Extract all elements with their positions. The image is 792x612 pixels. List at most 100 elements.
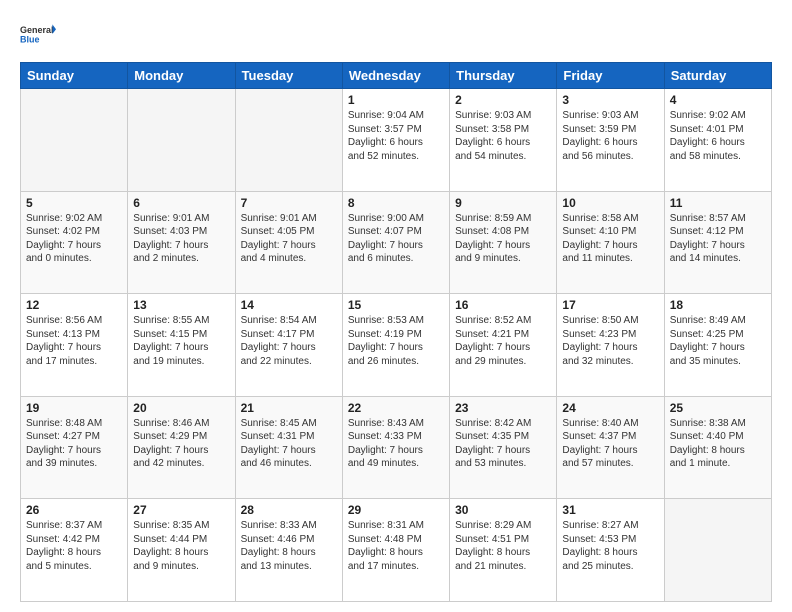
day-info: Sunrise: 8:31 AM Sunset: 4:48 PM Dayligh… <box>348 519 444 573</box>
day-info: Sunrise: 8:52 AM Sunset: 4:21 PM Dayligh… <box>455 314 551 368</box>
weekday-header-friday: Friday <box>557 63 664 89</box>
day-info: Sunrise: 8:58 AM Sunset: 4:10 PM Dayligh… <box>562 212 658 266</box>
day-info: Sunrise: 8:56 AM Sunset: 4:13 PM Dayligh… <box>26 314 122 368</box>
day-number: 29 <box>348 503 444 517</box>
day-number: 19 <box>26 401 122 415</box>
day-number: 15 <box>348 298 444 312</box>
day-info: Sunrise: 9:03 AM Sunset: 3:58 PM Dayligh… <box>455 109 551 163</box>
calendar-cell: 27Sunrise: 8:35 AM Sunset: 4:44 PM Dayli… <box>128 499 235 602</box>
svg-text:General: General <box>20 25 54 35</box>
day-info: Sunrise: 9:00 AM Sunset: 4:07 PM Dayligh… <box>348 212 444 266</box>
calendar-cell: 13 Sunrise: 8:55 AM Sunset: 4:15 PM Dayli… <box>128 294 235 397</box>
day-number: 24 <box>562 401 658 415</box>
day-number: 4 <box>670 93 766 107</box>
day-info: Sunrise: 8:59 AM Sunset: 4:08 PM Dayligh… <box>455 212 551 266</box>
day-number: 12 <box>26 298 122 312</box>
calendar-cell: 31Sunrise: 8:27 AM Sunset: 4:53 PM Dayli… <box>557 499 664 602</box>
day-info: Sunrise: 8:46 AM Sunset: 4:29 PM Dayligh… <box>133 417 229 471</box>
calendar-cell: 28Sunrise: 8:33 AM Sunset: 4:46 PM Dayli… <box>235 499 342 602</box>
weekday-header-saturday: Saturday <box>664 63 771 89</box>
day-info: Sunrise: 9:01 AM Sunset: 4:03 PM Dayligh… <box>133 212 229 266</box>
calendar-cell: 29 Sunrise: 8:31 AM Sunset: 4:48 PM Dayli… <box>342 499 449 602</box>
day-info: Sunrise: 8:54 AM Sunset: 4:17 PM Dayligh… <box>241 314 337 368</box>
day-info: Sunrise: 8:42 AM Sunset: 4:35 PM Dayligh… <box>455 417 551 471</box>
calendar-cell: 24Sunrise: 8:40 AM Sunset: 4:37 PM Dayli… <box>557 396 664 499</box>
day-info: Sunrise: 8:37 AM Sunset: 4:42 PM Dayligh… <box>26 519 122 573</box>
day-info: Sunrise: 9:01 AM Sunset: 4:05 PM Dayligh… <box>241 212 337 266</box>
calendar-cell: 23 Sunrise: 8:42 AM Sunset: 4:35 PM Dayli… <box>450 396 557 499</box>
day-number: 14 <box>241 298 337 312</box>
logo: GeneralBlue <box>20 16 56 52</box>
day-info: Sunrise: 8:27 AM Sunset: 4:53 PM Dayligh… <box>562 519 658 573</box>
day-info: Sunrise: 8:29 AM Sunset: 4:51 PM Dayligh… <box>455 519 551 573</box>
week-row-3: 19Sunrise: 8:48 AM Sunset: 4:27 PM Dayli… <box>21 396 772 499</box>
weekday-header-tuesday: Tuesday <box>235 63 342 89</box>
day-info: Sunrise: 9:04 AM Sunset: 3:57 PM Dayligh… <box>348 109 444 163</box>
day-number: 23 <box>455 401 551 415</box>
day-number: 22 <box>348 401 444 415</box>
calendar-cell <box>21 89 128 192</box>
calendar-cell: 5 Sunrise: 9:02 AM Sunset: 4:02 PM Daylig… <box>21 191 128 294</box>
day-number: 16 <box>455 298 551 312</box>
calendar-cell: 25 Sunrise: 8:38 AM Sunset: 4:40 PM Dayli… <box>664 396 771 499</box>
calendar-cell: 17 Sunrise: 8:50 AM Sunset: 4:23 PM Dayli… <box>557 294 664 397</box>
day-info: Sunrise: 8:45 AM Sunset: 4:31 PM Dayligh… <box>241 417 337 471</box>
day-number: 21 <box>241 401 337 415</box>
page: GeneralBlue SundayMondayTuesdayWednesday… <box>0 0 792 612</box>
weekday-header-thursday: Thursday <box>450 63 557 89</box>
calendar-cell: 4 Sunrise: 9:02 AM Sunset: 4:01 PM Daylig… <box>664 89 771 192</box>
day-info: Sunrise: 8:50 AM Sunset: 4:23 PM Dayligh… <box>562 314 658 368</box>
day-info: Sunrise: 9:03 AM Sunset: 3:59 PM Dayligh… <box>562 109 658 163</box>
day-number: 8 <box>348 196 444 210</box>
calendar-cell: 19Sunrise: 8:48 AM Sunset: 4:27 PM Dayli… <box>21 396 128 499</box>
day-number: 1 <box>348 93 444 107</box>
week-row-1: 5 Sunrise: 9:02 AM Sunset: 4:02 PM Daylig… <box>21 191 772 294</box>
day-number: 20 <box>133 401 229 415</box>
calendar-cell: 26Sunrise: 8:37 AM Sunset: 4:42 PM Dayli… <box>21 499 128 602</box>
calendar-cell: 11 Sunrise: 8:57 AM Sunset: 4:12 PM Dayli… <box>664 191 771 294</box>
day-number: 7 <box>241 196 337 210</box>
weekday-header-wednesday: Wednesday <box>342 63 449 89</box>
day-info: Sunrise: 8:43 AM Sunset: 4:33 PM Dayligh… <box>348 417 444 471</box>
weekday-header-row: SundayMondayTuesdayWednesdayThursdayFrid… <box>21 63 772 89</box>
week-row-4: 26Sunrise: 8:37 AM Sunset: 4:42 PM Dayli… <box>21 499 772 602</box>
day-number: 3 <box>562 93 658 107</box>
day-number: 25 <box>670 401 766 415</box>
day-info: Sunrise: 9:02 AM Sunset: 4:02 PM Dayligh… <box>26 212 122 266</box>
calendar-cell: 15Sunrise: 8:53 AM Sunset: 4:19 PM Dayli… <box>342 294 449 397</box>
day-info: Sunrise: 8:55 AM Sunset: 4:15 PM Dayligh… <box>133 314 229 368</box>
week-row-2: 12 Sunrise: 8:56 AM Sunset: 4:13 PM Dayli… <box>21 294 772 397</box>
day-number: 9 <box>455 196 551 210</box>
calendar-cell: 3 Sunrise: 9:03 AM Sunset: 3:59 PM Daylig… <box>557 89 664 192</box>
day-info: Sunrise: 8:38 AM Sunset: 4:40 PM Dayligh… <box>670 417 766 471</box>
calendar-cell: 16 Sunrise: 8:52 AM Sunset: 4:21 PM Dayli… <box>450 294 557 397</box>
week-row-0: 1 Sunrise: 9:04 AM Sunset: 3:57 PM Daylig… <box>21 89 772 192</box>
day-number: 11 <box>670 196 766 210</box>
calendar-cell: 6Sunrise: 9:01 AM Sunset: 4:03 PM Daylig… <box>128 191 235 294</box>
day-number: 18 <box>670 298 766 312</box>
calendar-table: SundayMondayTuesdayWednesdayThursdayFrid… <box>20 62 772 602</box>
day-number: 17 <box>562 298 658 312</box>
calendar-cell <box>128 89 235 192</box>
day-number: 13 <box>133 298 229 312</box>
day-info: Sunrise: 8:57 AM Sunset: 4:12 PM Dayligh… <box>670 212 766 266</box>
day-info: Sunrise: 9:02 AM Sunset: 4:01 PM Dayligh… <box>670 109 766 163</box>
calendar-cell: 12 Sunrise: 8:56 AM Sunset: 4:13 PM Dayli… <box>21 294 128 397</box>
weekday-header-monday: Monday <box>128 63 235 89</box>
calendar-cell <box>664 499 771 602</box>
calendar-cell: 2 Sunrise: 9:03 AM Sunset: 3:58 PM Daylig… <box>450 89 557 192</box>
day-number: 2 <box>455 93 551 107</box>
calendar-cell: 30Sunrise: 8:29 AM Sunset: 4:51 PM Dayli… <box>450 499 557 602</box>
day-number: 10 <box>562 196 658 210</box>
svg-text:Blue: Blue <box>20 34 40 44</box>
day-info: Sunrise: 8:49 AM Sunset: 4:25 PM Dayligh… <box>670 314 766 368</box>
calendar-cell: 9 Sunrise: 8:59 AM Sunset: 4:08 PM Daylig… <box>450 191 557 294</box>
day-number: 28 <box>241 503 337 517</box>
day-number: 27 <box>133 503 229 517</box>
calendar-cell: 21 Sunrise: 8:45 AM Sunset: 4:31 PM Dayli… <box>235 396 342 499</box>
calendar-cell: 14 Sunrise: 8:54 AM Sunset: 4:17 PM Dayli… <box>235 294 342 397</box>
calendar-cell: 22 Sunrise: 8:43 AM Sunset: 4:33 PM Dayli… <box>342 396 449 499</box>
calendar-cell: 20 Sunrise: 8:46 AM Sunset: 4:29 PM Dayli… <box>128 396 235 499</box>
calendar-cell: 18 Sunrise: 8:49 AM Sunset: 4:25 PM Dayli… <box>664 294 771 397</box>
day-number: 5 <box>26 196 122 210</box>
